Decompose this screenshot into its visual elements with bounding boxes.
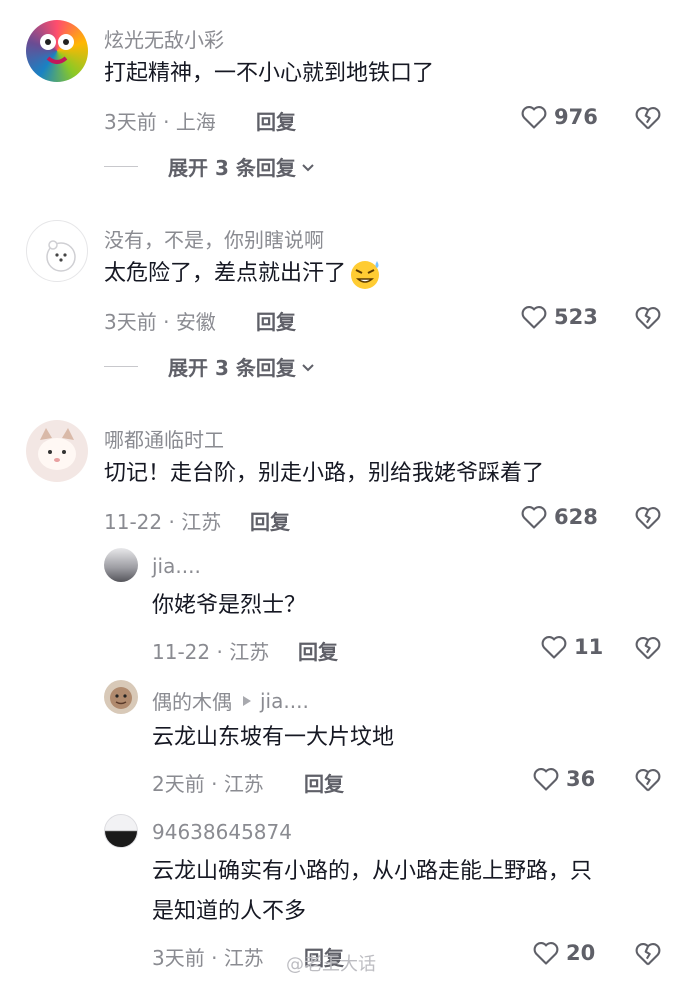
reply-button[interactable]: 回复 (250, 506, 290, 535)
puppet-avatar-icon (110, 687, 132, 709)
reply-location: 江苏 (223, 772, 264, 796)
cat-avatar-icon (38, 428, 76, 470)
reply-time: 11-22 (152, 640, 211, 664)
reply-text: 云龙山东坡有一大片坟地 (152, 725, 395, 750)
heart-outline-icon (521, 306, 547, 329)
reply-text-line: 是知道的人不多 (152, 899, 307, 924)
like-button[interactable]: 628 (520, 504, 598, 530)
heart-outline-icon (521, 106, 547, 129)
comment-time: 11-22 (104, 510, 163, 534)
heart-outline-icon (521, 506, 547, 529)
triangle-right-icon (243, 695, 251, 706)
like-button[interactable]: 20 (532, 940, 595, 966)
comment-time: 3天前 (104, 110, 157, 134)
avatar[interactable] (104, 814, 138, 848)
comment-text: 太危险了，差点就出汗了 (104, 261, 347, 286)
avatar[interactable] (26, 220, 88, 282)
reply-location: 江苏 (229, 640, 270, 664)
like-button[interactable]: 36 (532, 766, 595, 792)
watermark: @老王大话 (286, 954, 376, 975)
comment-text: 打起精神，一不小心就到地铁口了 (104, 61, 435, 86)
broken-heart-icon (635, 507, 661, 530)
reply-username[interactable]: jia.... (152, 554, 201, 578)
reply-meta: 3天前 · 江苏 (152, 942, 264, 971)
meta-dot: · (210, 640, 230, 664)
like-count: 523 (554, 305, 598, 329)
like-count: 11 (574, 635, 604, 659)
heart-outline-icon (533, 768, 559, 791)
reply-button[interactable]: 回复 (256, 306, 296, 335)
expand-replies-button[interactable]: 展开 3 条回复 (104, 352, 316, 381)
reply-meta: 11-22 · 江苏 (152, 636, 269, 665)
avatar[interactable] (26, 20, 88, 82)
broken-heart-icon (635, 637, 661, 660)
comment-location: 上海 (175, 110, 216, 134)
reply-username[interactable]: 偶的木偶 (152, 686, 232, 715)
comment-meta: 11-22 · 江苏 (104, 506, 221, 535)
reply-button[interactable]: 回复 (304, 768, 344, 797)
avatar[interactable] (104, 548, 138, 582)
chevron-down-icon (302, 363, 314, 371)
comment-username[interactable]: 没有，不是，你别瞎说啊 (104, 224, 324, 253)
like-count: 20 (566, 941, 596, 965)
comment-text-row: 太危险了，差点就出汗了 (104, 254, 382, 294)
reply-time: 3天前 (152, 946, 205, 970)
reply-location: 江苏 (223, 946, 264, 970)
heart-outline-icon (541, 636, 567, 659)
dislike-button[interactable] (634, 105, 662, 135)
dislike-button[interactable] (634, 767, 662, 797)
comment-text: 切记！走台阶，别走小路，别给我姥爷踩着了 (104, 461, 545, 486)
reply-button[interactable]: 回复 (256, 106, 296, 135)
reply-time: 2天前 (152, 772, 205, 796)
frog-avatar-icon (40, 34, 74, 64)
reply-username[interactable]: 94638645874 (152, 820, 292, 844)
broken-heart-icon (635, 769, 661, 792)
broken-heart-icon (635, 307, 661, 330)
comment-username[interactable]: 哪都通临时工 (104, 424, 224, 453)
meta-dot: · (204, 946, 224, 970)
like-count: 628 (554, 505, 598, 529)
comment-time: 3天前 (104, 310, 157, 334)
dislike-button[interactable] (634, 305, 662, 335)
reply-button[interactable]: 回复 (298, 636, 338, 665)
expand-replies-label: 展开 3 条回复 (168, 156, 296, 180)
comment-username[interactable]: 炫光无敌小彩 (104, 24, 224, 53)
meta-dot: · (162, 510, 182, 534)
reply-text: 云龙山确实有小路的，从小路走能上野路，只 是知道的人不多 (152, 852, 672, 932)
meta-dot: · (156, 310, 176, 334)
dislike-button[interactable] (634, 505, 662, 535)
meta-dot: · (204, 772, 224, 796)
broken-heart-icon (635, 107, 661, 130)
like-button[interactable]: 976 (520, 104, 598, 130)
expand-replies-label: 展开 3 条回复 (168, 356, 296, 380)
reply-to-username[interactable]: jia.... (260, 689, 309, 713)
reply-text-line: 云龙山确实有小路的，从小路走能上野路，只 (152, 859, 593, 884)
reply-text: 你姥爷是烈士？ (152, 593, 307, 618)
bear-avatar-icon (46, 240, 76, 272)
like-count: 976 (554, 105, 598, 129)
avatar[interactable] (104, 680, 138, 714)
like-button[interactable]: 523 (520, 304, 598, 330)
reply-meta: 2天前 · 江苏 (152, 768, 264, 797)
comment-meta: 3天前 · 安徽 (104, 306, 216, 335)
avatar[interactable] (26, 420, 88, 482)
like-count: 36 (566, 767, 596, 791)
reply-username-row: 偶的木偶 jia.... (152, 686, 309, 715)
like-button[interactable]: 11 (540, 634, 603, 660)
chevron-down-icon (302, 163, 314, 171)
comment-location: 安徽 (175, 310, 216, 334)
divider-line (104, 366, 138, 367)
sweat-emoji-icon (351, 261, 380, 289)
heart-outline-icon (533, 942, 559, 965)
dislike-button[interactable] (634, 635, 662, 665)
meta-dot: · (156, 110, 176, 134)
dislike-button[interactable] (634, 941, 662, 971)
comment-location: 江苏 (181, 510, 222, 534)
expand-replies-button[interactable]: 展开 3 条回复 (104, 152, 316, 181)
broken-heart-icon (635, 943, 661, 966)
comment-meta: 3天前 · 上海 (104, 106, 216, 135)
divider-line (104, 166, 138, 167)
